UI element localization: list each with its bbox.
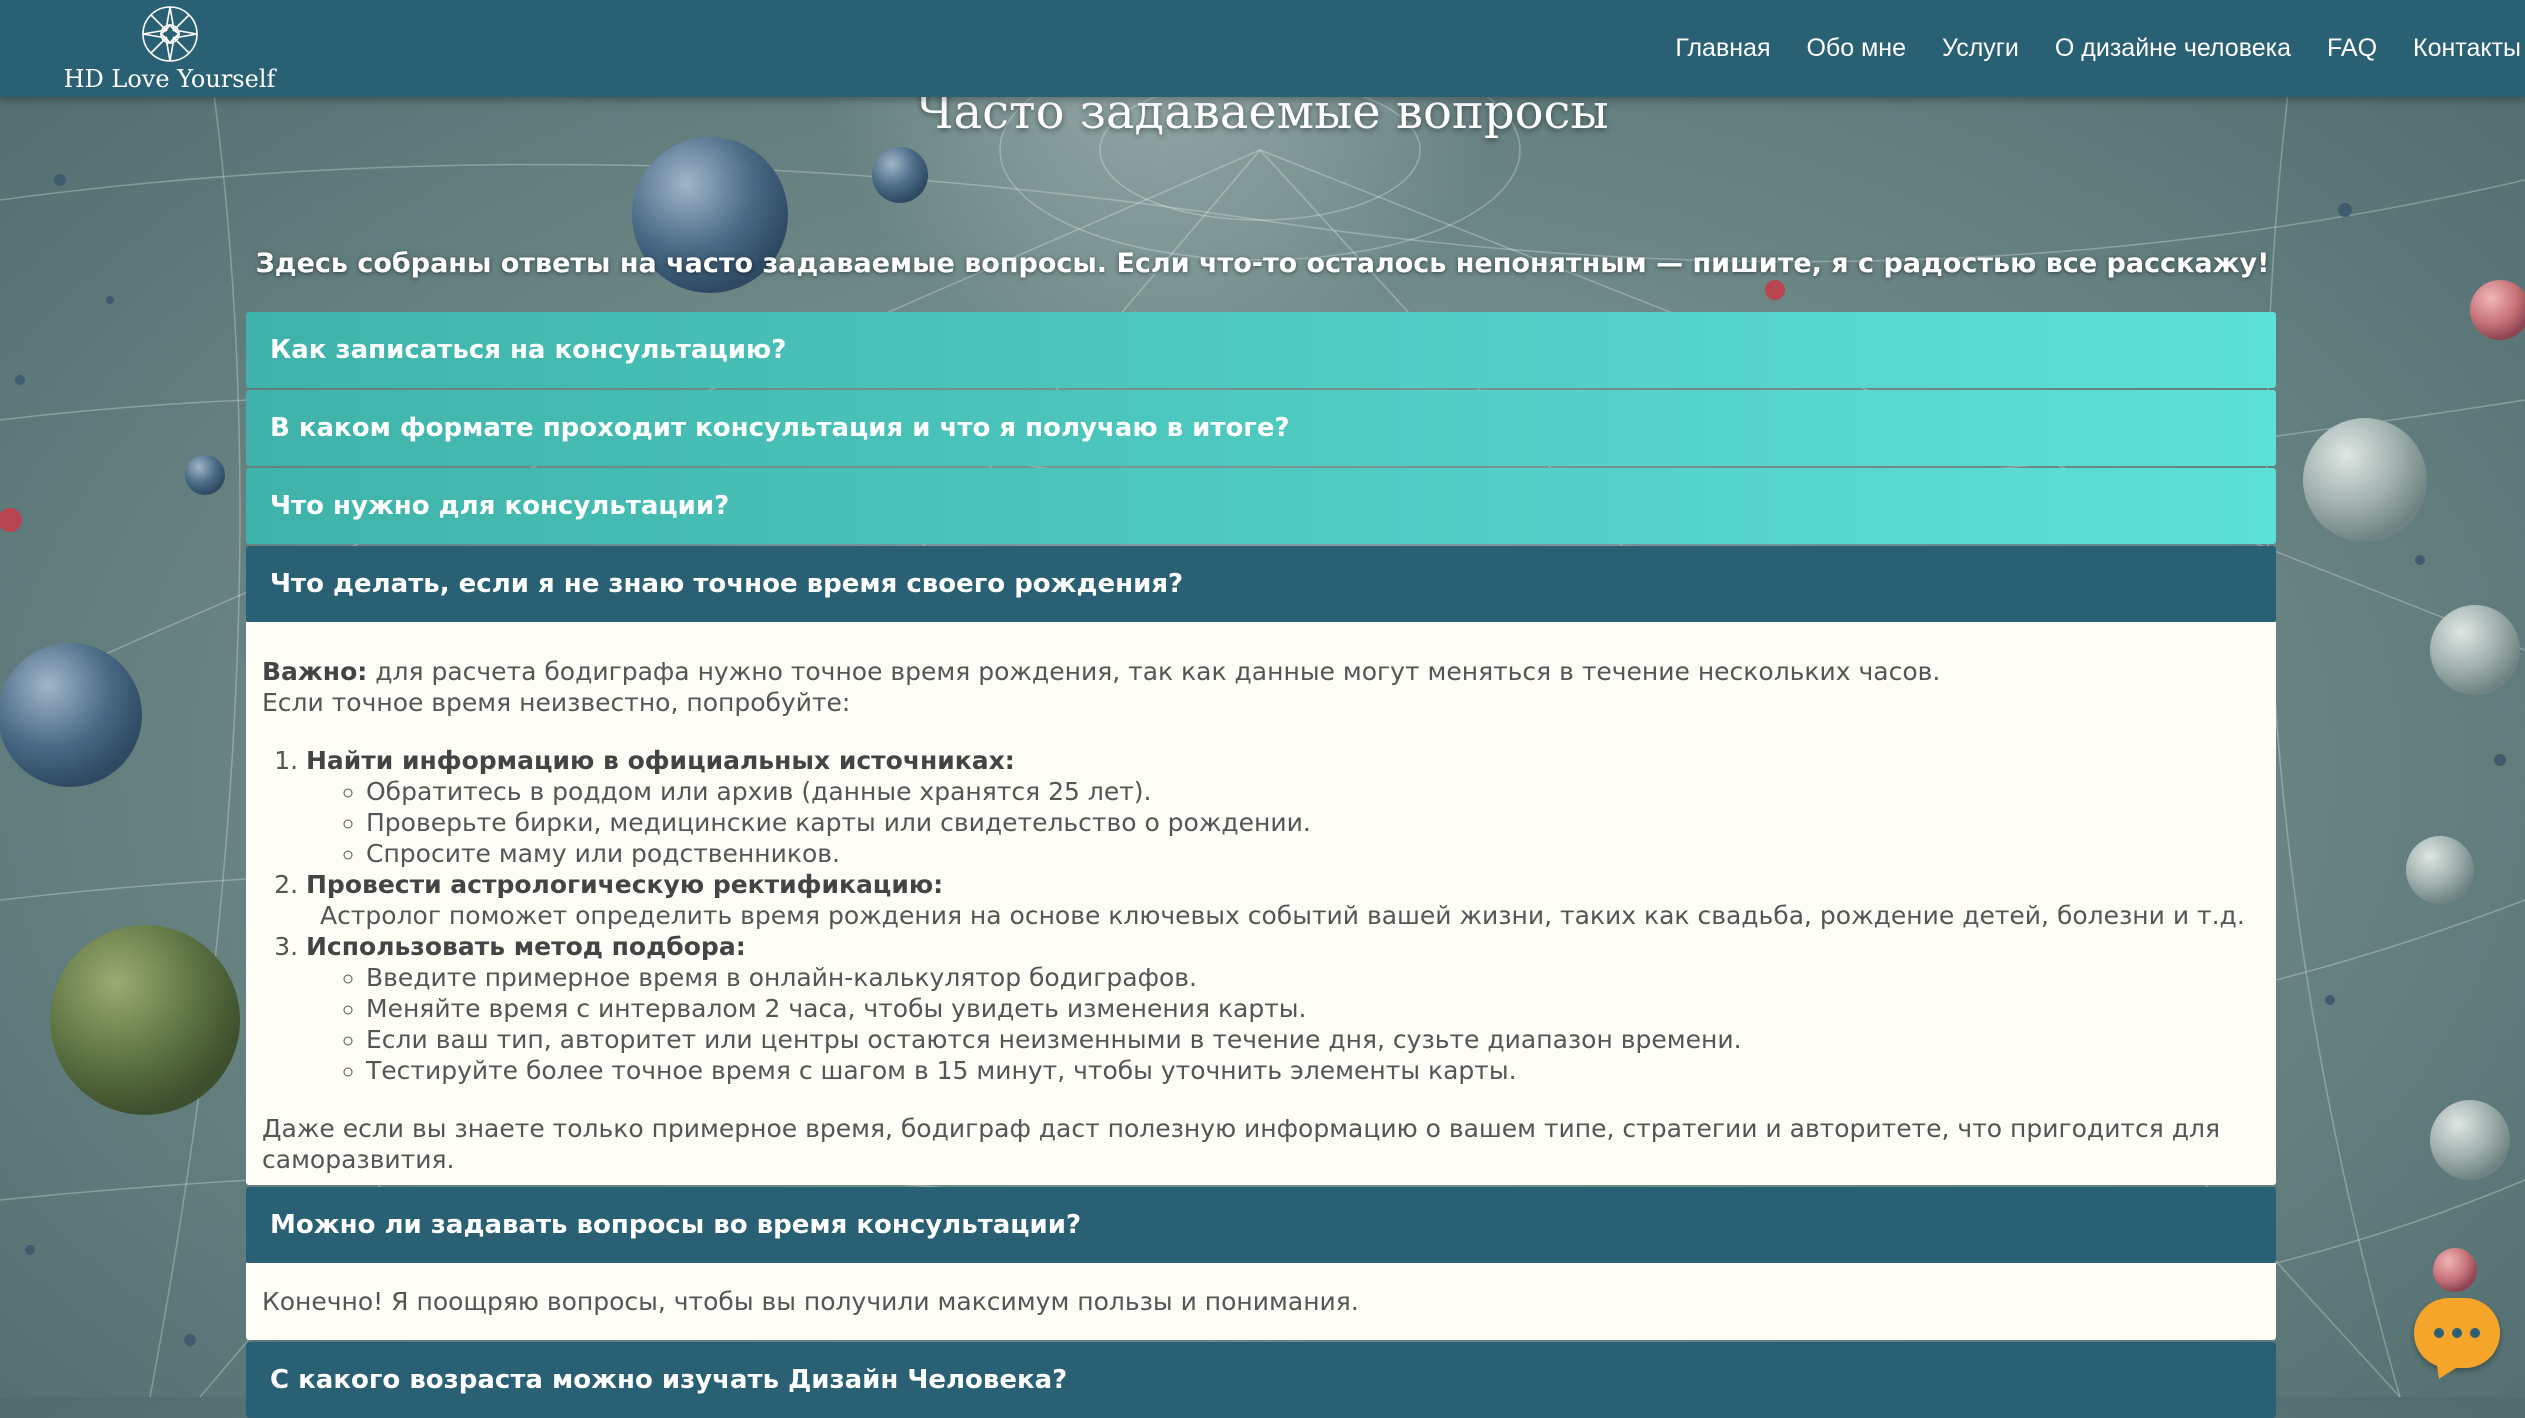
faq-accordion: Как записаться на консультацию? В каком …: [246, 312, 2276, 1418]
substep-item: Если ваш тип, авторитет или центры остаю…: [366, 1024, 2260, 1055]
site-header: HD Love Yourself Главная Обо мне Услуги …: [0, 0, 2525, 97]
substep-list: Обратитесь в роддом или архив (данные хр…: [306, 776, 2260, 869]
main-nav: Главная Обо мне Услуги О дизайне человек…: [1675, 0, 2521, 97]
faq-question-birth-time[interactable]: Что делать, если я не знаю точное время …: [246, 546, 2276, 622]
logo-text: HD Love Yourself: [63, 65, 276, 93]
faq-question-booking[interactable]: Как записаться на консультацию?: [246, 312, 2276, 388]
step-title: Использовать метод подбора:: [306, 932, 746, 961]
nav-link-contacts[interactable]: Контакты: [2413, 34, 2521, 63]
chat-button[interactable]: [2414, 1298, 2500, 1368]
faq-answer-ask-during: Конечно! Я поощряю вопросы, чтобы вы пол…: [246, 1263, 2276, 1340]
unknown-time-text: Если точное время неизвестно, попробуйте…: [262, 688, 851, 717]
substep-list: Введите примерное время в онлайн-калькул…: [306, 962, 2260, 1086]
answer-text: Конечно! Я поощряю вопросы, чтобы вы пол…: [262, 1287, 1359, 1316]
main-content: Часто задаваемые вопросы Здесь собраны о…: [0, 0, 2525, 1418]
page-intro: Здесь собраны ответы на часто задаваемые…: [255, 248, 2270, 279]
answer-paragraph: Важно: для расчета бодиграфа нужно точно…: [262, 656, 2260, 687]
step-title: Найти информацию в официальных источника…: [306, 746, 1015, 775]
substep-item: Меняйте время с интервалом 2 часа, чтобы…: [366, 993, 2260, 1024]
substep-item: Спросите маму или родственников.: [366, 838, 2260, 869]
chat-bubble-icon: [2414, 1298, 2500, 1368]
nav-link-human-design[interactable]: О дизайне человека: [2055, 34, 2291, 63]
faq-answer-birth-time: Важно: для расчета бодиграфа нужно точно…: [246, 622, 2276, 1185]
substep-item: Введите примерное время в онлайн-калькул…: [366, 962, 2260, 993]
nav-link-home[interactable]: Главная: [1675, 34, 1770, 63]
step-text: Астролог поможет определить время рожден…: [320, 901, 2245, 930]
step-item: Найти информацию в официальных источника…: [306, 745, 2260, 869]
faq-question-requirements[interactable]: Что нужно для консультации?: [246, 468, 2276, 544]
faq-question-ask-during[interactable]: Можно ли задавать вопросы во время консу…: [246, 1187, 2276, 1263]
step-item: Провести астрологическую ректификацию: А…: [306, 869, 2260, 931]
important-text: для расчета бодиграфа нужно точное время…: [367, 657, 1941, 686]
faq-question-format[interactable]: В каком формате проходит консультация и …: [246, 390, 2276, 466]
site-logo[interactable]: HD Love Yourself: [62, 2, 277, 94]
substep-item: Проверьте бирки, медицинские карты или с…: [366, 807, 2260, 838]
faq-question-age[interactable]: С какого возраста можно изучать Дизайн Ч…: [246, 1342, 2276, 1418]
substep-item: Обратитесь в роддом или архив (данные хр…: [366, 776, 2260, 807]
mandala-icon: [141, 6, 198, 62]
nav-link-about[interactable]: Обо мне: [1806, 34, 1906, 63]
step-title: Провести астрологическую ректификацию:: [306, 870, 944, 899]
substep-item: Тестируйте более точное время с шагом в …: [366, 1055, 2260, 1086]
step-item: Использовать метод подбора: Введите прим…: [306, 931, 2260, 1086]
conclusion-text: Даже если вы знаете только примерное вре…: [262, 1114, 2221, 1174]
steps-list: Найти информацию в официальных источника…: [262, 745, 2260, 1086]
nav-link-faq[interactable]: FAQ: [2327, 34, 2377, 63]
important-label: Важно:: [262, 657, 368, 686]
nav-link-services[interactable]: Услуги: [1942, 34, 2019, 63]
